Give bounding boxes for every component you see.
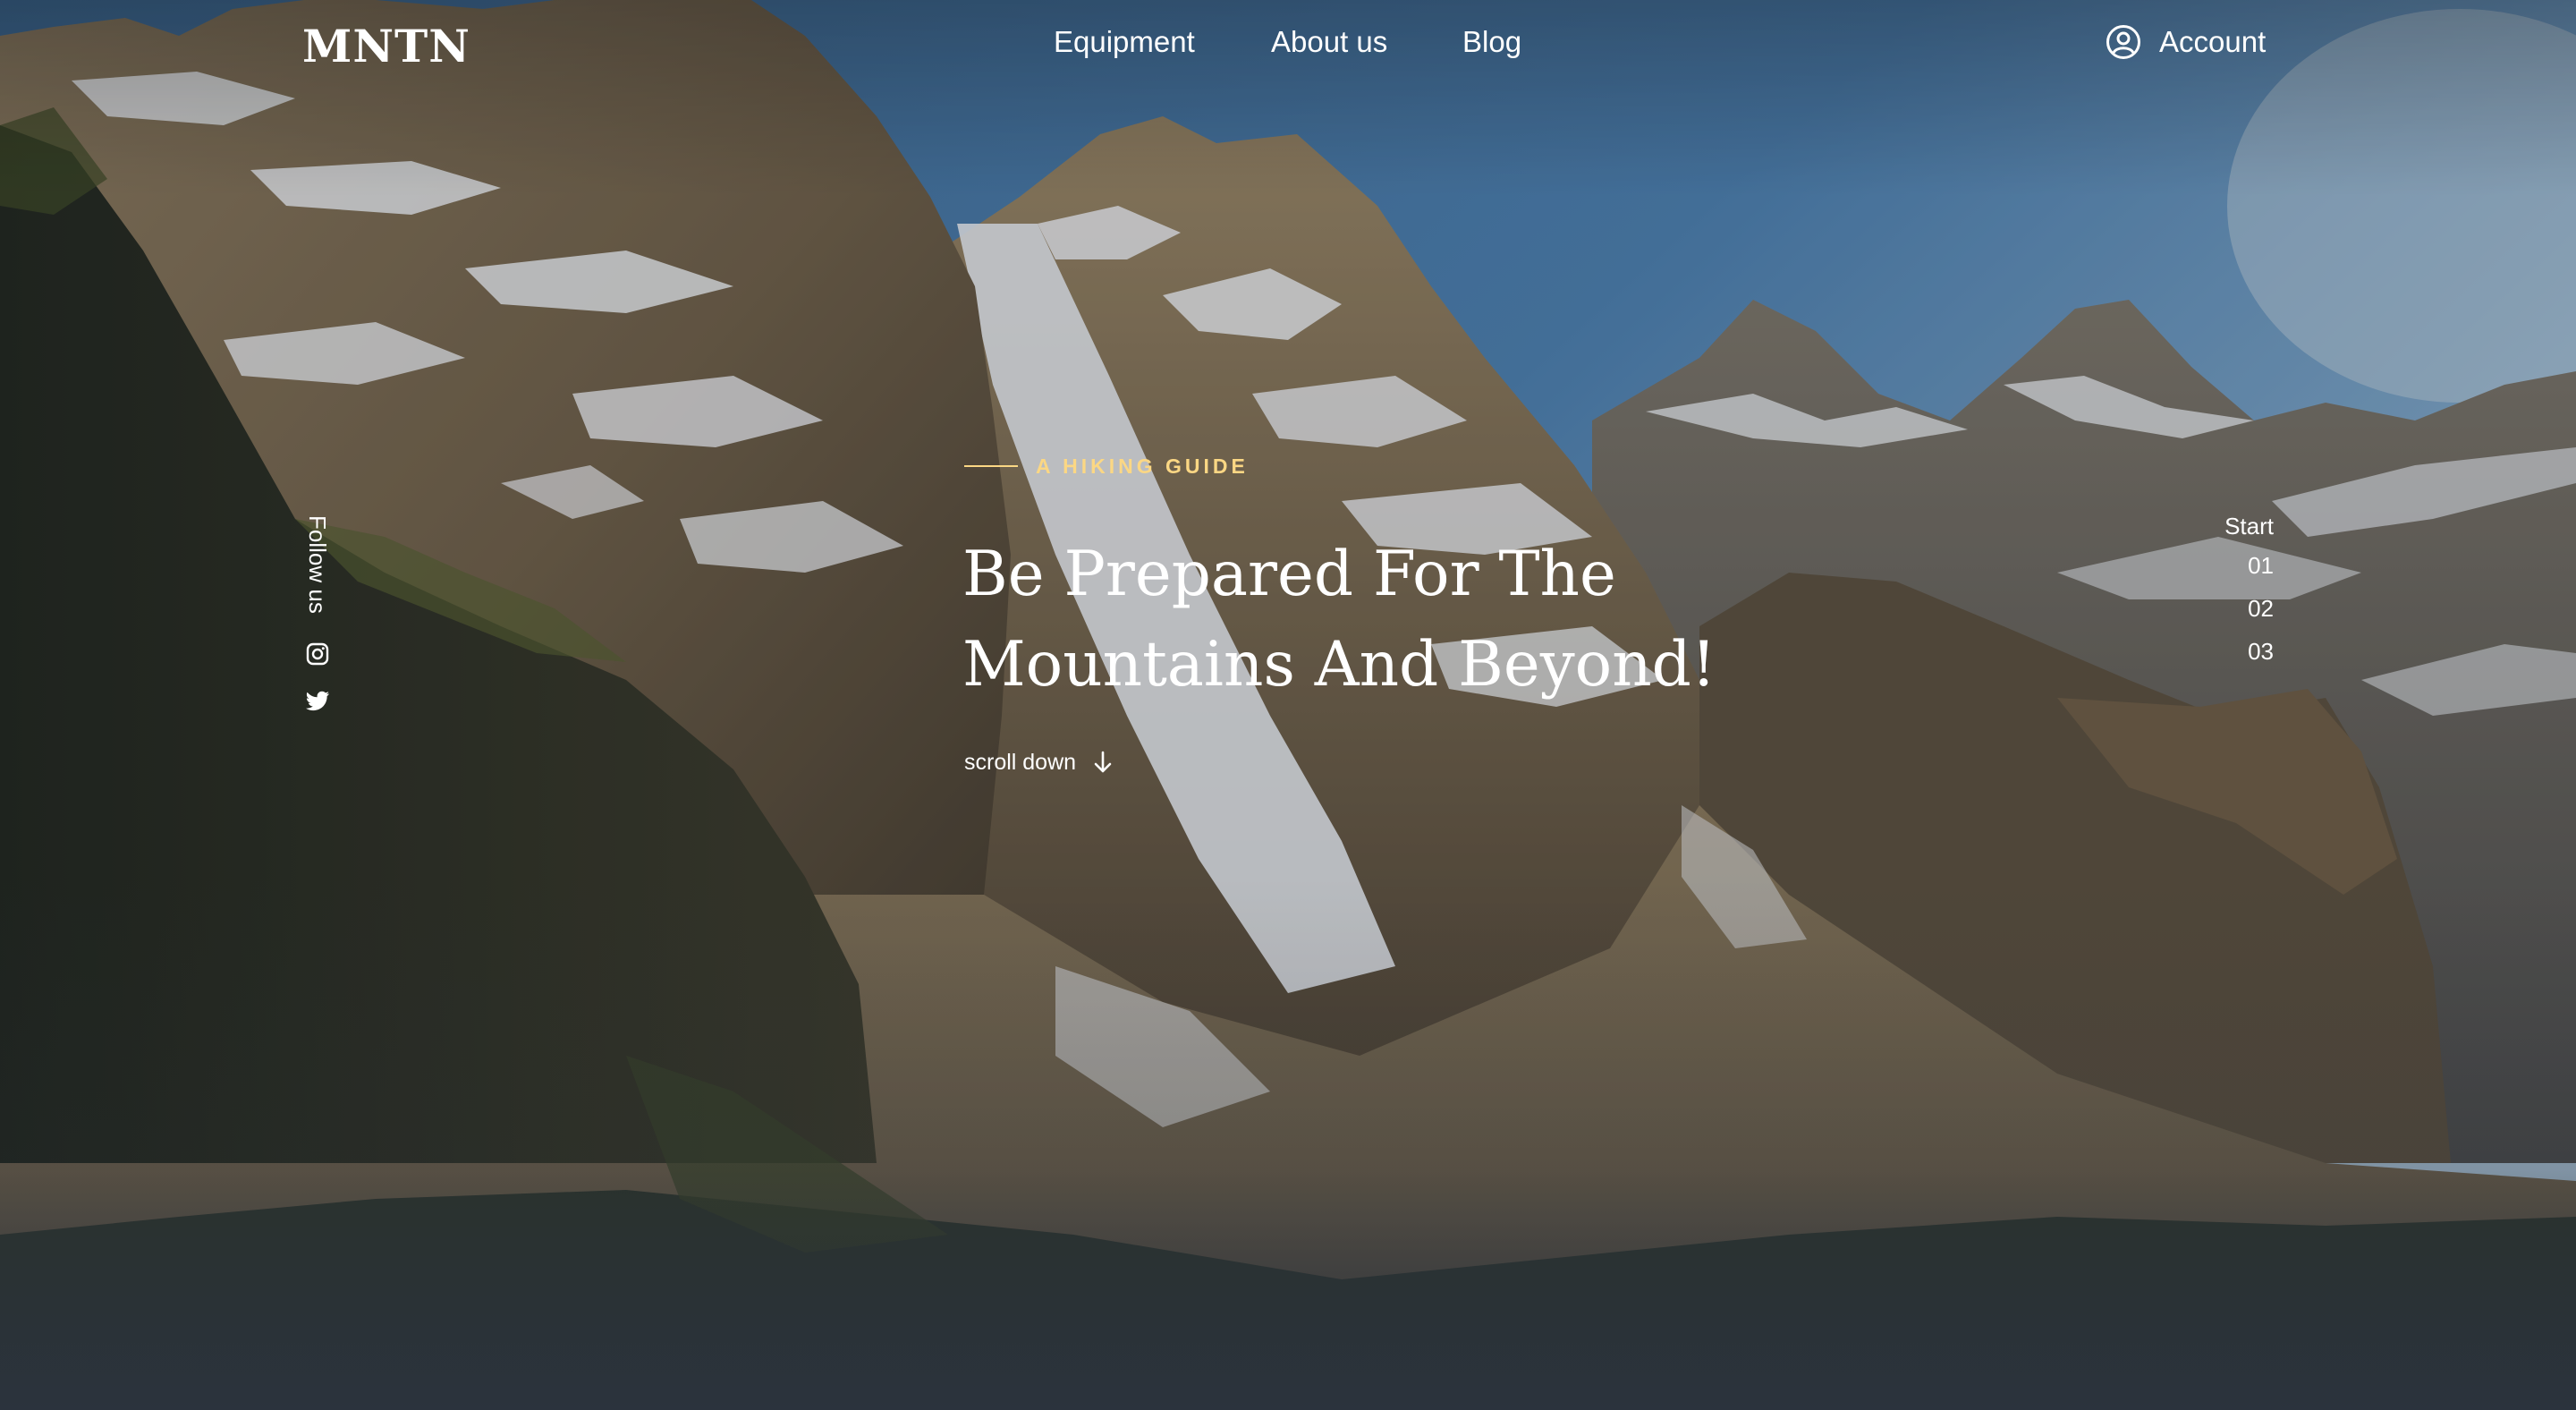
hero-headline-line-2: Mountains And Beyond! bbox=[962, 629, 1716, 701]
section-index-label: Start bbox=[2224, 513, 2274, 539]
eyebrow-divider bbox=[964, 465, 1018, 467]
hero-headline-line-1: Be Prepared For The bbox=[962, 539, 1616, 610]
follow-us: Follow us bbox=[302, 515, 333, 623]
account-link[interactable]: Account bbox=[2106, 21, 2266, 63]
account-label: Account bbox=[2159, 25, 2267, 58]
follow-us-label: Follow us bbox=[304, 515, 331, 614]
twitter-icon[interactable] bbox=[305, 691, 330, 712]
user-circle-icon bbox=[2106, 25, 2140, 59]
nav-item-blog[interactable]: Blog bbox=[1462, 21, 1521, 63]
eyebrow-text: A HIKING GUIDE bbox=[1036, 454, 1249, 478]
instagram-icon[interactable] bbox=[306, 642, 329, 666]
arrow-down-icon bbox=[1094, 751, 1112, 773]
section-index-item-03[interactable]: 03 bbox=[2166, 630, 2274, 673]
section-index-item-02[interactable]: 02 bbox=[2166, 587, 2274, 630]
hero-headline: Be Prepared For The Mountains And Beyond… bbox=[962, 530, 1767, 710]
site-logo[interactable]: MNTN bbox=[302, 20, 470, 73]
hero-eyebrow: A HIKING GUIDE bbox=[964, 451, 1249, 481]
section-index-list: 01 02 03 bbox=[2166, 544, 2274, 673]
section-index: Start 01 02 03 bbox=[2166, 510, 2274, 673]
nav-item-about-us[interactable]: About us bbox=[1271, 21, 1450, 63]
scroll-down-button[interactable]: scroll down bbox=[964, 746, 1114, 778]
nav-item-equipment[interactable]: Equipment bbox=[1054, 21, 1195, 63]
scroll-down-label: scroll down bbox=[964, 750, 1077, 775]
section-index-item-01[interactable]: 01 bbox=[2166, 544, 2274, 587]
